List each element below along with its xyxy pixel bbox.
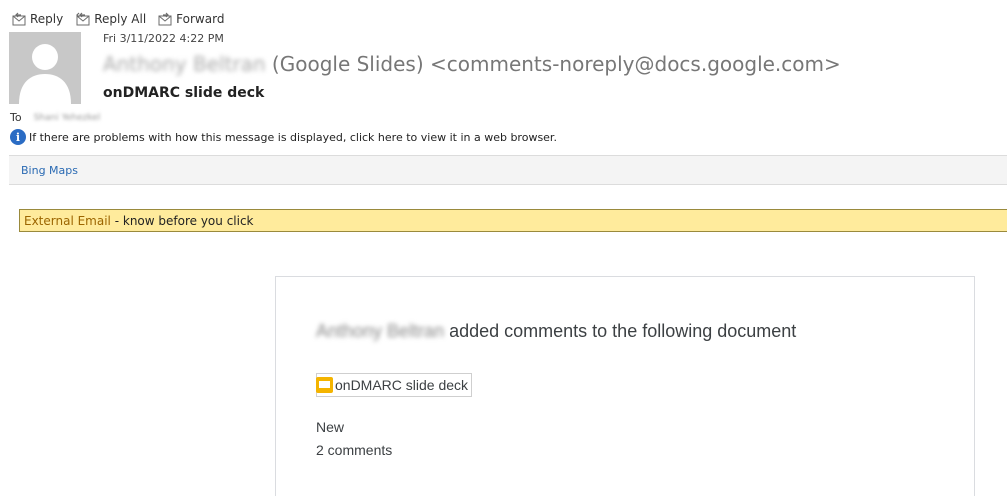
reply-all-label: Reply All bbox=[94, 12, 147, 26]
headline-text: added comments to the following document bbox=[444, 321, 797, 341]
bing-maps-link[interactable]: Bing Maps bbox=[21, 164, 78, 177]
addin-bar: Bing Maps bbox=[9, 155, 1007, 185]
forward-icon bbox=[158, 12, 172, 26]
sender-address[interactable]: (Google Slides) <comments-noreply@docs.g… bbox=[272, 52, 841, 76]
forward-label: Forward bbox=[176, 12, 225, 26]
external-email-banner: External Email - know before you click bbox=[19, 209, 1007, 232]
to-label: To bbox=[10, 111, 22, 124]
banner-text: - know before you click bbox=[110, 214, 254, 228]
document-title: onDMARC slide deck bbox=[335, 377, 469, 393]
sent-date: Fri 3/11/2022 4:22 PM bbox=[103, 32, 224, 45]
forward-button[interactable]: Forward bbox=[158, 12, 224, 26]
reply-all-icon bbox=[76, 12, 90, 26]
notification-card: Anthony Beltran added comments to the fo… bbox=[275, 276, 975, 496]
reply-label: Reply bbox=[30, 12, 64, 26]
reply-all-button[interactable]: Reply All bbox=[75, 12, 146, 26]
sender-name[interactable]: Anthony Beltran bbox=[103, 52, 266, 76]
external-email-label: External Email bbox=[24, 214, 111, 228]
info-text: If there are problems with how this mess… bbox=[29, 130, 557, 144]
sender-avatar bbox=[9, 32, 81, 104]
reply-icon bbox=[12, 12, 26, 26]
card-headline: Anthony Beltran added comments to the fo… bbox=[316, 321, 796, 342]
new-label: New bbox=[316, 419, 345, 435]
reply-button[interactable]: Reply bbox=[12, 12, 63, 26]
view-in-browser-notice[interactable]: i If there are problems with how this me… bbox=[10, 129, 557, 145]
info-icon: i bbox=[10, 129, 26, 145]
sender-line: Anthony Beltran (Google Slides) <comment… bbox=[103, 52, 841, 76]
person-placeholder-icon bbox=[9, 32, 81, 104]
message-toolbar: Reply Reply All Forward bbox=[12, 9, 236, 29]
recipient-name[interactable]: Shani Yehezkel bbox=[34, 113, 101, 123]
comments-count[interactable]: 2 comments bbox=[316, 442, 392, 458]
recipient-row: To Shani Yehezkel bbox=[10, 111, 100, 124]
document-link[interactable]: onDMARC slide deck bbox=[316, 373, 473, 397]
google-slides-icon bbox=[316, 377, 333, 393]
message-subject: onDMARC slide deck bbox=[103, 85, 265, 101]
actor-name: Anthony Beltran bbox=[316, 321, 445, 341]
